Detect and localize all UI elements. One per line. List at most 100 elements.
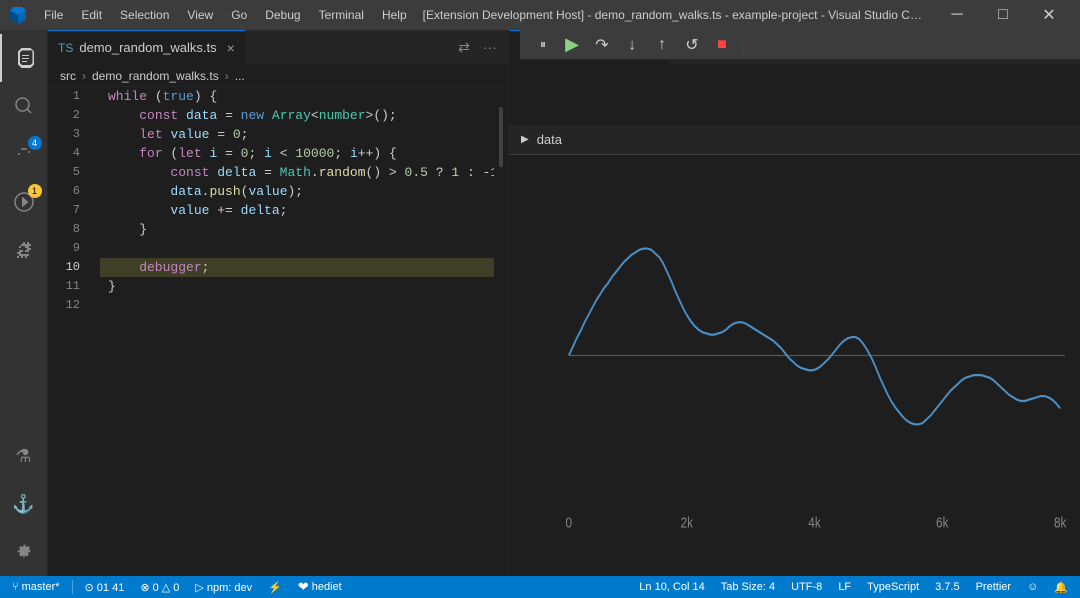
svg-text:4k: 4k (808, 514, 821, 531)
debug-pause-button[interactable]: ⏸ (528, 31, 556, 59)
activity-run-debug[interactable]: 1 (0, 178, 48, 226)
titlebar: File Edit Selection View Go Debug Termin… (0, 0, 1080, 30)
code-line-5: const delta = Math.random() > 0.5 ? 1 : … (100, 163, 508, 182)
git-branch[interactable]: ⑂ master* (8, 576, 64, 598)
notifications-button[interactable]: 🔔 (1050, 576, 1072, 598)
code-line-1: while (true) { (100, 87, 508, 106)
app-icon (8, 5, 28, 25)
activity-source-control[interactable]: 4 (0, 130, 48, 178)
warning-label: △ 0 (162, 581, 180, 594)
debug-step-over-button[interactable]: ↷ (588, 31, 616, 59)
line-num-12: 12 (48, 296, 90, 315)
menu-terminal[interactable]: Terminal (311, 6, 372, 24)
menu-edit[interactable]: Edit (73, 6, 110, 24)
plugin1[interactable]: ⚡ (264, 576, 286, 598)
tab-size[interactable]: Tab Size: 4 (717, 576, 779, 598)
data-label: data (537, 132, 562, 147)
code-line-7: value += delta; (100, 201, 508, 220)
code-line-12 (100, 296, 508, 315)
line-num-7: 7 (48, 201, 90, 220)
line-num-8: 8 (48, 220, 90, 239)
npm-run[interactable]: ▷ npm: dev (191, 576, 256, 598)
collapse-icon[interactable]: ▶ (521, 134, 529, 145)
breadcrumb: src › demo_random_walks.ts › ... (48, 65, 508, 87)
line-num-9: 9 (48, 239, 90, 258)
activity-extensions[interactable] (0, 226, 48, 274)
code-line-6: data.push(value); (100, 182, 508, 201)
tab-size-label: Tab Size: 4 (721, 581, 775, 593)
line-num-4: 4 (48, 144, 90, 163)
activity-bar: 4 1 ⚗ ⚓ (0, 30, 48, 576)
split-editor-button[interactable]: ⇄ (452, 35, 476, 59)
scroll-thumb (499, 107, 503, 167)
run-debug-badge: 1 (28, 184, 42, 198)
activity-settings[interactable] (0, 528, 48, 576)
menu-help[interactable]: Help (374, 6, 415, 24)
breadcrumb-file[interactable]: demo_random_walks.ts (92, 69, 219, 83)
code-line-2: const data = new Array<number>(); (100, 106, 508, 125)
close-button[interactable]: ✕ (1026, 0, 1072, 30)
menu-selection[interactable]: Selection (112, 6, 177, 24)
tab-demo-random-walks[interactable]: TS demo_random_walks.ts × (48, 30, 246, 65)
line-numbers: 1 2 3 4 5 6 7 8 9 10 11 12 (48, 87, 100, 315)
breadcrumb-src[interactable]: src (60, 69, 76, 83)
editor-area: TS demo_random_walks.ts × ⇄ ··· src › de… (48, 30, 508, 576)
more-actions-button[interactable]: ··· (478, 35, 502, 59)
code-editor[interactable]: 1 2 3 4 5 6 7 8 9 10 11 12 while (true) … (48, 87, 508, 576)
debug-panel: ⏸ ▶ ↷ ↑ ↑ ↺ ■ Debug Visualizer × ↻ ⤢ (508, 30, 1080, 576)
line-num-2: 2 (48, 106, 90, 125)
maximize-button[interactable]: □ (980, 0, 1026, 30)
ts-version[interactable]: 3.7.5 (931, 576, 963, 598)
menu-go[interactable]: Go (223, 6, 255, 24)
language-mode[interactable]: TypeScript (863, 576, 923, 598)
git-branch-label: master* (22, 581, 60, 593)
debug-step-out-button[interactable]: ↑ (648, 31, 676, 59)
line-num-1: 1 (48, 87, 90, 106)
activity-explorer[interactable] (0, 34, 48, 82)
eol[interactable]: LF (834, 576, 855, 598)
line-num-11: 11 (48, 277, 90, 296)
prettier[interactable]: Prettier (972, 576, 1015, 598)
feedback-icon: ☺ (1027, 581, 1038, 593)
code-line-3: let value = 0; (100, 125, 508, 144)
encoding[interactable]: UTF-8 (787, 576, 826, 598)
data-chart: 50 0 -50 0 2k 4k 6k 8k (559, 165, 1070, 546)
svg-text:6k: 6k (936, 514, 949, 531)
eol-label: LF (838, 581, 851, 593)
main-layout: 4 1 ⚗ ⚓ TS demo_random_wa (0, 30, 1080, 576)
menu-file[interactable]: File (36, 6, 71, 24)
error-count[interactable]: ⊗ 0 △ 0 (136, 576, 183, 598)
debug-restart-button[interactable]: ↺ (678, 31, 706, 59)
activity-search[interactable] (0, 82, 48, 130)
debug-step-into-button[interactable]: ↑ (618, 31, 646, 59)
breadcrumb-more[interactable]: ... (235, 69, 245, 83)
code-line-8: } (100, 220, 508, 239)
scrollbar[interactable] (494, 87, 508, 576)
debug-content: ▶ data 50 0 -50 0 2k 4k 6k 8k (509, 125, 1080, 576)
git-branch-icon: ⑂ (12, 581, 19, 593)
window-title: [Extension Development Host] - demo_rand… (423, 8, 926, 22)
toolbar-separator (742, 35, 743, 55)
tab-label: demo_random_walks.ts (79, 40, 216, 55)
feedback-button[interactable]: ☺ (1023, 576, 1042, 598)
svg-text:8k: 8k (1054, 514, 1067, 531)
window-controls: ─ □ ✕ (934, 0, 1072, 30)
code-line-9 (100, 239, 508, 258)
sync-status[interactable]: ⊙ 01 41 (81, 576, 129, 598)
debug-stop-button[interactable]: ■ (708, 31, 736, 59)
line-num-3: 3 (48, 125, 90, 144)
typescript-file-icon: TS (58, 41, 73, 55)
line-num-10: 10 (48, 258, 90, 277)
hediet-plugin[interactable]: ❤ hediet (294, 576, 346, 598)
code-line-11: } (100, 277, 508, 296)
menu-debug[interactable]: Debug (257, 6, 308, 24)
tab-close-button[interactable]: × (227, 40, 235, 56)
activity-anchor[interactable]: ⚓ (0, 480, 48, 528)
debug-continue-button[interactable]: ▶ (558, 31, 586, 59)
activity-flask[interactable]: ⚗ (0, 432, 48, 480)
cursor-position[interactable]: Ln 10, Col 14 (635, 576, 708, 598)
menu-view[interactable]: View (179, 6, 221, 24)
minimize-button[interactable]: ─ (934, 0, 980, 30)
svg-text:2k: 2k (681, 514, 694, 531)
editor-tabs: TS demo_random_walks.ts × ⇄ ··· (48, 30, 508, 65)
